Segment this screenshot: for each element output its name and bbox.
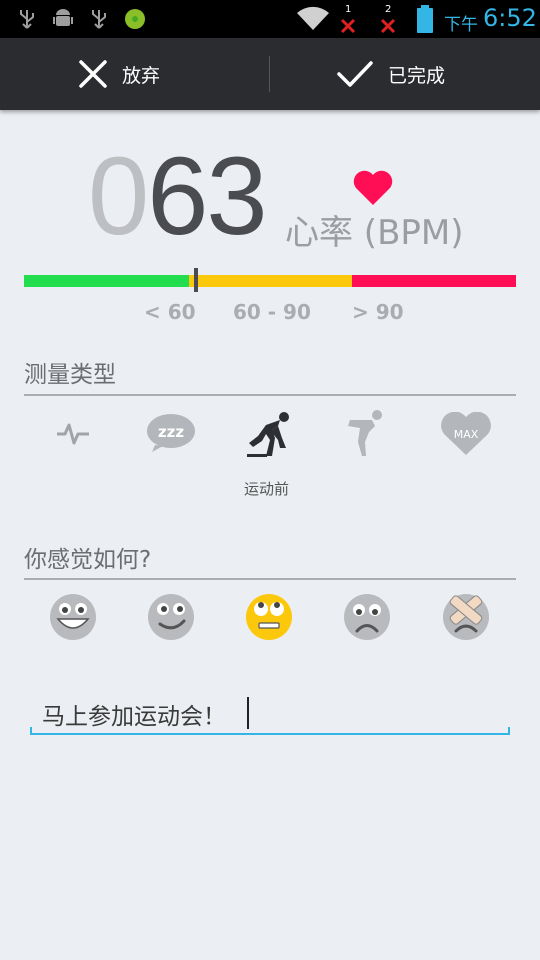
note-input-underline [30, 733, 510, 735]
bpm-digits: 63 [147, 135, 267, 258]
pulse-icon[interactable] [56, 418, 90, 448]
feeling-divider [24, 578, 516, 580]
discard-label: 放弃 [122, 64, 161, 87]
measure-type-title: 测量类型 [24, 362, 116, 388]
android-debug-icon [53, 9, 73, 26]
sim1-label: 1 [345, 4, 352, 15]
range-low-label: < 60 [144, 300, 196, 324]
status-ampm: 下午 [444, 15, 478, 35]
action-bar: 放弃 已完成 [0, 38, 540, 110]
range-normal-segment [189, 275, 352, 287]
sim2-label: 2 [385, 4, 392, 15]
cooldown-icon[interactable] [344, 408, 386, 458]
note-input[interactable] [30, 694, 510, 734]
heart-rate-range-bar [24, 275, 516, 287]
text-cursor [247, 697, 249, 729]
status-clock: 6:52 [483, 4, 537, 32]
battery-icon [417, 5, 433, 33]
mood-neutral-icon[interactable] [245, 593, 293, 641]
bpm-unit-label: 心率 (BPM) [285, 213, 464, 253]
note-input-tick-left [30, 727, 32, 735]
range-normal-label: 60 - 90 [233, 300, 311, 324]
bpm-leading-zero: 0 [88, 135, 149, 258]
check-icon [337, 61, 373, 87]
zzz-text: zzz [158, 423, 184, 441]
measure-type-divider [24, 394, 516, 396]
mood-hurt-icon[interactable] [442, 593, 490, 641]
mood-very-happy-icon[interactable] [49, 593, 97, 641]
wifi-icon [297, 6, 329, 30]
note-input-tick-right [508, 727, 510, 735]
feeling-title: 你感觉如何? [24, 547, 152, 573]
sleep-zzz-icon[interactable]: zzz [146, 413, 196, 453]
bpm-value: 063 [88, 142, 268, 252]
usb-icon [20, 10, 34, 29]
runner-start-icon[interactable] [244, 410, 292, 458]
range-high-segment [352, 275, 516, 287]
done-button[interactable]: 已完成 [270, 38, 540, 110]
heart-icon [353, 170, 393, 205]
mood-happy-icon[interactable] [147, 593, 195, 641]
usb-icon [92, 10, 106, 29]
status-bar: 1 2 下午 6:52 [0, 0, 540, 38]
range-low-segment [24, 275, 189, 287]
range-high-label: > 90 [352, 300, 404, 324]
discard-button[interactable]: 放弃 [0, 38, 268, 110]
max-text: MAX [454, 428, 479, 441]
game-icon [125, 9, 145, 29]
heart-max-icon[interactable]: MAX [441, 412, 491, 456]
done-label: 已完成 [388, 64, 446, 87]
close-icon [79, 60, 107, 88]
measure-type-selected-label: 运动前 [244, 480, 290, 498]
range-current-marker [194, 268, 198, 292]
mood-sad-icon[interactable] [343, 593, 391, 641]
